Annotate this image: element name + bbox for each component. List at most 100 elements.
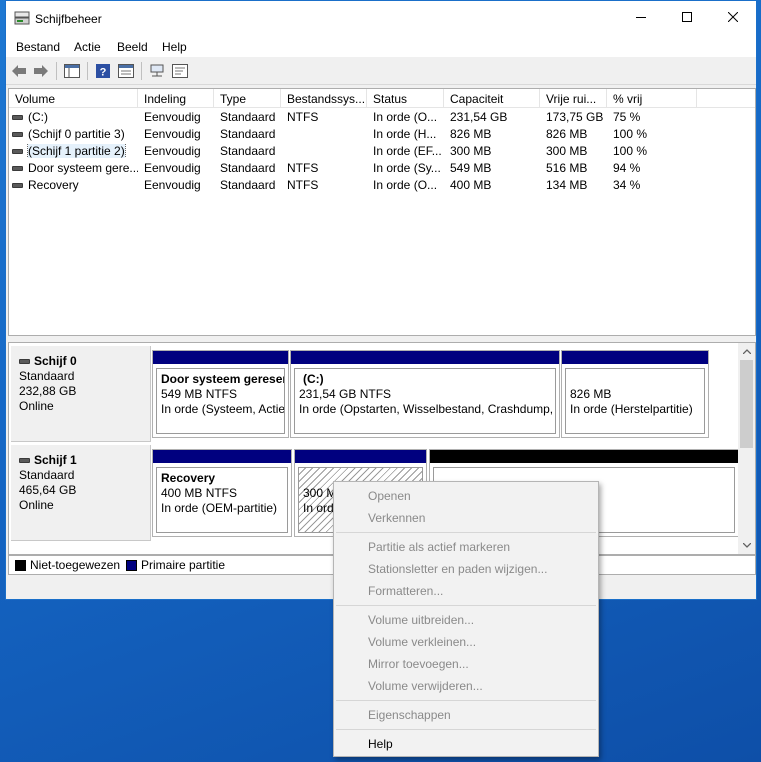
cell-type: Standaard <box>220 178 276 192</box>
vertical-scrollbar[interactable] <box>738 343 755 554</box>
column-header-pct-vrij[interactable]: % vrij <box>607 89 697 108</box>
menu-bestand[interactable]: Bestand <box>16 40 60 54</box>
disk-0-label[interactable]: Schijf 0 Standaard 232,88 GB Online <box>11 346 151 442</box>
menu-item-delete-volume[interactable]: Volume verwijderen... <box>368 675 596 695</box>
cell-pct-vrij: 75 % <box>613 110 641 124</box>
cell-capaciteit: 549 MB <box>450 161 492 175</box>
cell-bestandssysteem: NTFS <box>287 110 319 124</box>
cell-indeling: Eenvoudig <box>144 127 201 141</box>
cell-type: Standaard <box>220 110 276 124</box>
cell-status: In orde (Sy... <box>373 161 441 175</box>
volume-icon <box>12 182 23 188</box>
legend-swatch <box>15 559 26 571</box>
disk-state: Online <box>19 399 54 413</box>
cell-volume: Recovery <box>28 178 79 192</box>
cell-type: Standaard <box>220 127 276 141</box>
menu-item-extend-volume[interactable]: Volume uitbreiden... <box>368 609 596 629</box>
disk-size: 465,64 GB <box>19 483 77 497</box>
partition-recovery[interactable]: Recovery 400 MB NTFS In orde (OEM-partit… <box>152 449 292 537</box>
disk-name: Schijf 0 <box>34 354 77 368</box>
menu-beeld[interactable]: Beeld <box>117 40 148 54</box>
close-button[interactable] <box>710 1 756 35</box>
column-header-vrije-ruimte[interactable]: Vrije rui... <box>540 89 607 108</box>
cell-pct-vrij: 100 % <box>613 144 648 158</box>
primary-partition-bar <box>562 351 708 364</box>
table-row-selected[interactable]: (Schijf 1 partitie 2) Eenvoudig Standaar… <box>9 143 755 160</box>
disk-1-label[interactable]: Schijf 1 Standaard 465,64 GB Online <box>11 445 151 541</box>
menu-item-properties[interactable]: Eigenschappen <box>368 704 596 724</box>
window-title: Schijfbeheer <box>35 12 102 26</box>
menu-item-shrink-volume[interactable]: Volume verkleinen... <box>368 631 596 651</box>
cell-vrije-ruimte: 300 MB <box>546 144 588 158</box>
cell-bestandssysteem: NTFS <box>287 178 319 192</box>
primary-partition-bar <box>295 450 426 463</box>
cell-capaciteit: 300 MB <box>450 144 492 158</box>
cell-volume: Door systeem gere... <box>28 161 138 175</box>
maximize-button[interactable] <box>664 1 710 35</box>
properties-icon[interactable] <box>117 62 135 80</box>
column-header-volume[interactable]: Volume <box>9 89 138 108</box>
column-header-bestandssysteem[interactable]: Bestandssys... <box>281 89 367 108</box>
cell-capaciteit: 231,54 GB <box>450 110 508 124</box>
partition-c[interactable]: (C:) 231,54 GB NTFS In orde (Opstarten, … <box>290 350 560 438</box>
disk-size: 232,88 GB <box>19 384 77 398</box>
scrollbar-thumb[interactable] <box>740 360 753 448</box>
partition-size: 400 MB NTFS <box>161 486 238 500</box>
back-arrow-icon[interactable] <box>10 62 28 80</box>
forward-arrow-icon[interactable] <box>32 62 50 80</box>
menu-help[interactable]: Help <box>162 40 187 54</box>
column-header-type[interactable]: Type <box>214 89 281 108</box>
table-row[interactable]: (C:) Eenvoudig Standaard NTFS In orde (O… <box>9 109 755 126</box>
table-row[interactable]: Recovery Eenvoudig Standaard NTFS In ord… <box>9 177 755 194</box>
menu-actie[interactable]: Actie <box>74 40 101 54</box>
partition-size: 231,54 GB NTFS <box>299 387 392 401</box>
minimize-icon <box>636 11 646 25</box>
cell-pct-vrij: 100 % <box>613 127 648 141</box>
menu-item-openen[interactable]: Openen <box>368 485 596 505</box>
disk-icon <box>19 359 30 364</box>
cell-volume: (C:) <box>28 110 48 124</box>
disk-icon <box>19 458 30 463</box>
partition-title: Recovery <box>161 471 216 485</box>
menu-item-change-drive-letter[interactable]: Stationsletter en paden wijzigen... <box>368 558 596 578</box>
menu-item-format[interactable]: Formatteren... <box>368 580 596 600</box>
volume-list-header: Volume Indeling Type Bestandssys... Stat… <box>9 89 755 108</box>
table-row[interactable]: (Schijf 0 partitie 3) Eenvoudig Standaar… <box>9 126 755 143</box>
primary-partition-bar <box>153 351 288 364</box>
svg-text:?: ? <box>100 67 107 79</box>
volume-icon <box>12 114 23 120</box>
volume-icon <box>12 148 23 154</box>
partition-title: (C:) <box>303 372 324 386</box>
volume-list: Volume Indeling Type Bestandssys... Stat… <box>8 88 756 336</box>
menu-item-help[interactable]: Help <box>368 733 596 753</box>
minimize-button[interactable] <box>618 1 664 35</box>
disk-kind: Standaard <box>19 468 75 482</box>
disk-state: Online <box>19 498 54 512</box>
menu-item-verkennen[interactable]: Verkennen <box>368 507 596 527</box>
cell-status: In orde (EF... <box>373 144 442 158</box>
cell-capaciteit: 400 MB <box>450 178 492 192</box>
legend-label: Primaire partitie <box>141 558 226 572</box>
cell-indeling: Eenvoudig <box>144 144 201 158</box>
disk-name: Schijf 1 <box>34 453 77 467</box>
column-header-indeling[interactable]: Indeling <box>138 89 214 108</box>
help-icon[interactable]: ? <box>94 62 112 80</box>
cell-vrije-ruimte: 826 MB <box>546 127 588 141</box>
legend-label: Niet-toegewezen <box>30 558 121 572</box>
legend-swatch <box>126 559 137 571</box>
connect-icon[interactable] <box>148 62 166 80</box>
column-header-capaciteit[interactable]: Capaciteit <box>444 89 540 108</box>
table-row[interactable]: Door systeem gere... Eenvoudig Standaard… <box>9 160 755 177</box>
show-hide-console-tree-icon[interactable] <box>63 62 81 80</box>
refresh-icon[interactable] <box>171 62 189 80</box>
menu-item-add-mirror[interactable]: Mirror toevoegen... <box>368 653 596 673</box>
partition-recovery-disk0[interactable]: 826 MB In orde (Herstelpartitie) <box>561 350 709 438</box>
partition-status: In orde (OEM-partitie) <box>161 501 278 515</box>
scroll-up-icon[interactable] <box>738 343 755 360</box>
partition-system-reserved[interactable]: Door systeem gereser 549 MB NTFS In orde… <box>152 350 289 438</box>
column-header-status[interactable]: Status <box>367 89 444 108</box>
primary-partition-bar <box>153 450 291 463</box>
cell-volume: (Schijf 0 partitie 3) <box>28 127 125 141</box>
menu-item-mark-active[interactable]: Partitie als actief markeren <box>368 536 596 556</box>
scroll-down-icon[interactable] <box>738 537 755 554</box>
